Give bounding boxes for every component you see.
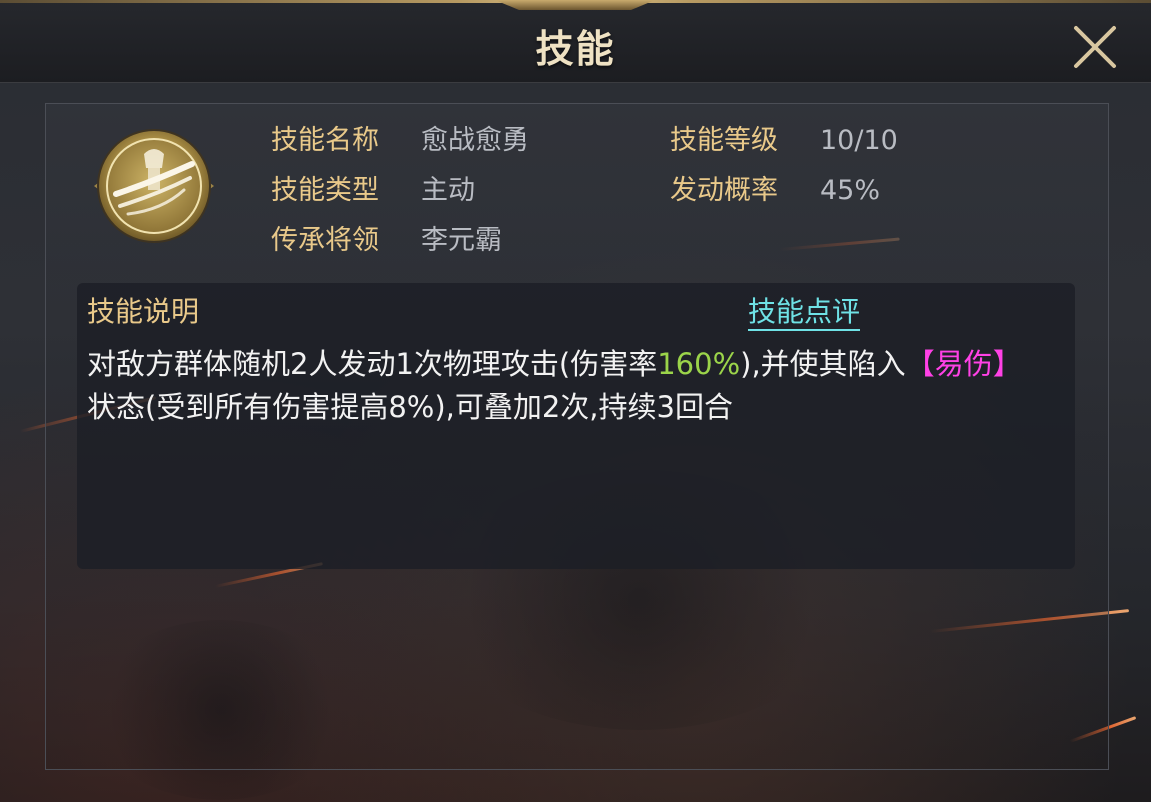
description-part1: 对敌方群体随机2人发动1次物理攻击(伤害率 xyxy=(87,347,658,381)
status-effect-highlight: 【易伤】 xyxy=(905,347,1022,381)
close-icon xyxy=(1074,26,1116,68)
description-part3: 状态(受到所有伤害提高8%),可叠加2次,持续3回合 xyxy=(87,390,733,424)
close-button[interactable] xyxy=(1068,20,1122,74)
inherit-general-value: 李元霸 xyxy=(421,225,502,256)
skill-icon xyxy=(92,124,216,248)
dialog-header: 技能 xyxy=(0,0,1151,83)
skill-type-value: 主动 xyxy=(421,175,475,206)
skill-review-link[interactable]: 技能点评 xyxy=(748,295,861,331)
inherit-general-label: 传承将领 xyxy=(271,225,379,256)
skill-level-label: 技能等级 xyxy=(670,125,778,156)
description-part2: ),并使其陷入 xyxy=(740,347,906,381)
description-title: 技能说明 xyxy=(87,295,200,328)
skill-name-value: 愈战愈勇 xyxy=(421,125,529,156)
skill-type-label: 技能类型 xyxy=(271,175,379,206)
skill-level-value: 10/10 xyxy=(820,125,898,156)
dialog-title: 技能 xyxy=(535,27,616,71)
description-text: 对敌方群体随机2人发动1次物理攻击(伤害率160%),并使其陷入【易伤】 状态(… xyxy=(87,343,1055,429)
header-ornament xyxy=(495,0,655,10)
trigger-chance-value: 45% xyxy=(820,175,881,206)
skill-name-label: 技能名称 xyxy=(271,125,379,156)
skill-emblem-icon xyxy=(94,129,214,243)
trigger-chance-label: 发动概率 xyxy=(670,175,778,206)
damage-rate-highlight: 160% xyxy=(657,347,741,381)
